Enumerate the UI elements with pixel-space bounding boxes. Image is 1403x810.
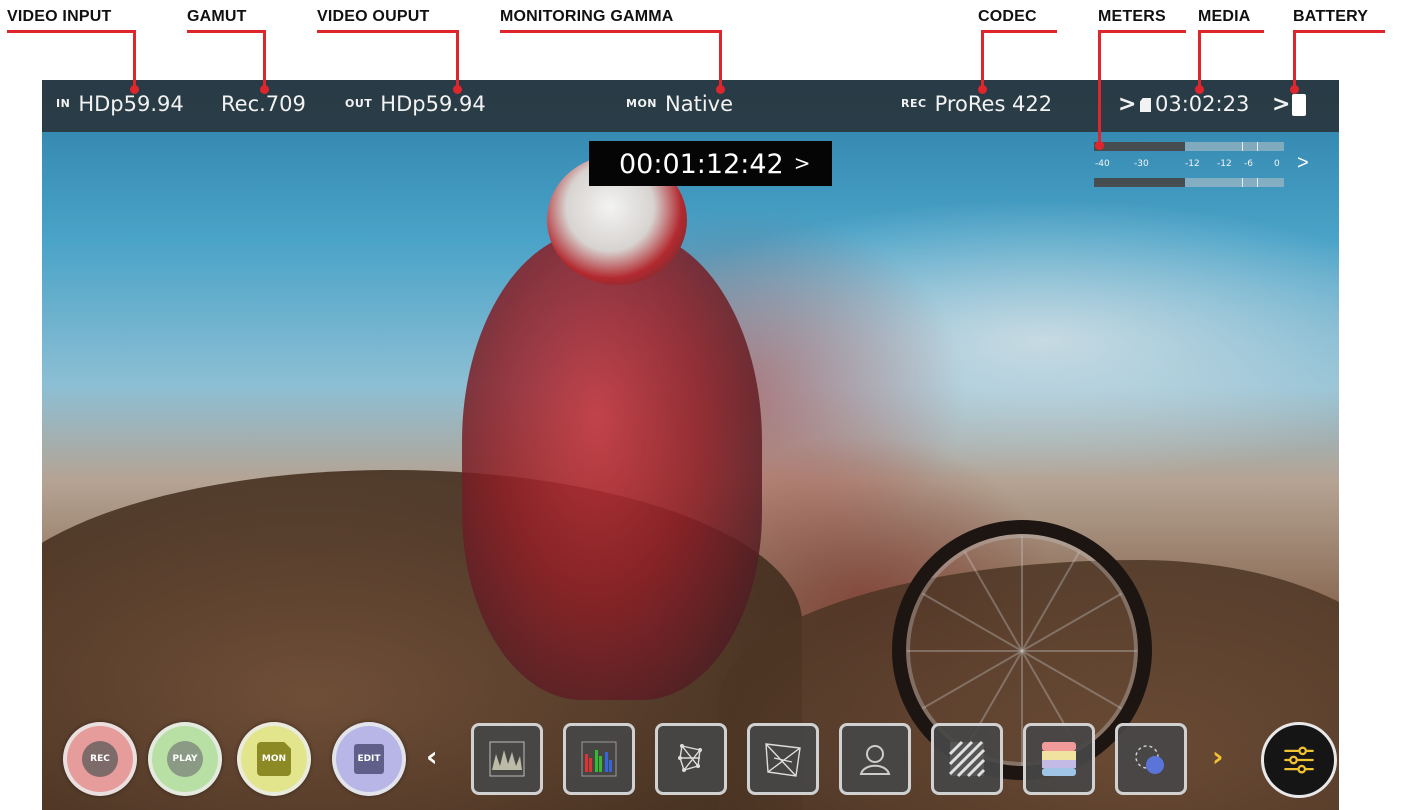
timecode-value: 00:01:12:42 — [619, 149, 784, 180]
meter-scale-label: -40 — [1095, 159, 1110, 169]
rider-image — [462, 230, 762, 700]
meter-scale-label: -6 — [1244, 159, 1253, 169]
settings-button[interactable] — [1261, 722, 1337, 798]
sliders-icon — [1284, 746, 1314, 774]
waveform-button[interactable] — [471, 723, 543, 795]
waveform-icon — [489, 741, 525, 777]
codec-chevron[interactable]: > — [1118, 92, 1136, 117]
chevron-right-icon: > — [1272, 92, 1291, 117]
color-bars-button[interactable] — [1023, 723, 1095, 795]
zebra-button[interactable] — [931, 723, 1003, 795]
false-color-button[interactable] — [839, 723, 911, 795]
callout-battery: BATTERY — [1293, 8, 1369, 25]
input-format: HDp59.94 — [78, 92, 184, 116]
meter-scale-label: -30 — [1134, 159, 1149, 169]
mon-tag: MON — [626, 97, 658, 110]
callout-line-video-output — [317, 30, 459, 33]
meter-scale-label: -12 — [1185, 159, 1200, 169]
mon-button[interactable]: MON — [237, 722, 311, 796]
video-output-indicator[interactable]: OUT HDp59.94 — [345, 92, 486, 116]
callout-video-output: VIDEO OUPUT — [317, 8, 430, 25]
callout-gamut: GAMUT — [187, 8, 247, 25]
toolbar-next-chevron[interactable]: › — [1212, 740, 1224, 773]
chevron-right-icon: > — [1297, 152, 1309, 174]
callout-meters: METERS — [1098, 8, 1166, 25]
meter-level — [1094, 178, 1186, 187]
rec-tag: REC — [901, 97, 927, 110]
rec-button[interactable]: REC — [63, 722, 137, 796]
media-indicator[interactable]: 03:02:23 — [1140, 92, 1249, 116]
play-label: PLAY — [167, 741, 203, 777]
callout-line-monitoring-gamma — [500, 30, 722, 33]
focus-peaking-button[interactable] — [1115, 723, 1187, 795]
meter-scale-label: 0 — [1274, 159, 1280, 169]
callout-video-input: VIDEO INPUT — [7, 8, 112, 25]
codec-indicator[interactable]: REC ProRes 422 — [901, 92, 1052, 116]
focus-peaking-icon — [1135, 745, 1164, 774]
chevron-right-icon: > — [1118, 92, 1137, 117]
meter-level — [1094, 142, 1186, 151]
rgb-parade-button[interactable] — [563, 723, 635, 795]
mon-label: MON — [257, 742, 291, 776]
callout-line-battery — [1293, 30, 1385, 33]
play-button[interactable]: PLAY — [148, 722, 222, 796]
rec-label: REC — [82, 741, 118, 777]
output-format: HDp59.94 — [380, 92, 486, 116]
mon-gamma: Native — [665, 92, 734, 116]
timecode-display[interactable]: 00:01:12:42 > — [589, 141, 832, 186]
status-bar: IN HDp59.94 Rec.709 OUT HDp59.94 MON Native… — [42, 80, 1339, 132]
battery-icon — [1292, 94, 1306, 116]
toolbar-prev-chevron[interactable]: ‹ — [426, 740, 438, 773]
rgb-parade-icon — [581, 741, 617, 777]
battery-indicator[interactable] — [1292, 94, 1306, 118]
meter-scale-label: -12 — [1217, 159, 1232, 169]
callout-line-meters — [1098, 30, 1186, 33]
vectorscope-large-button[interactable] — [747, 723, 819, 795]
codec-value: ProRes 422 — [934, 92, 1053, 116]
callout-line-media — [1198, 30, 1264, 33]
media-chevron[interactable]: > — [1272, 92, 1290, 117]
media-remaining: 03:02:23 — [1155, 92, 1250, 116]
input-tag: IN — [56, 97, 71, 110]
callout-codec: CODEC — [978, 8, 1037, 25]
sd-card-icon — [1140, 98, 1151, 112]
video-input-indicator[interactable]: IN HDp59.94 — [56, 92, 184, 116]
vectorscope-small-icon — [678, 744, 702, 772]
edit-label: EDIT — [354, 744, 384, 774]
vectorscope-large-icon — [765, 743, 801, 777]
meter-channel-2 — [1094, 178, 1284, 187]
monitor-screen: IN HDp59.94 Rec.709 OUT HDp59.94 MON Native… — [42, 80, 1339, 810]
monitoring-gamma-indicator[interactable]: MON Native — [626, 92, 733, 116]
vectorscope-small-button[interactable] — [655, 723, 727, 795]
color-bars-icon — [1042, 742, 1076, 776]
callout-line-video-input — [7, 30, 135, 33]
audio-meters[interactable]: -40 -30 -12 -12 -6 0 > — [1094, 142, 1312, 190]
callout-line-codec — [981, 30, 1057, 33]
gamut-indicator[interactable]: Rec.709 — [221, 92, 306, 116]
callout-line-gamut — [187, 30, 265, 33]
output-tag: OUT — [345, 97, 373, 110]
callout-monitoring-gamma: MONITORING GAMMA — [500, 8, 674, 25]
edit-button[interactable]: EDIT — [332, 722, 406, 796]
chevron-right-icon: > — [793, 151, 811, 175]
zebra-icon — [948, 740, 986, 778]
false-color-icon — [859, 745, 891, 775]
callout-media: MEDIA — [1198, 8, 1251, 25]
meter-channel-1 — [1094, 142, 1284, 151]
